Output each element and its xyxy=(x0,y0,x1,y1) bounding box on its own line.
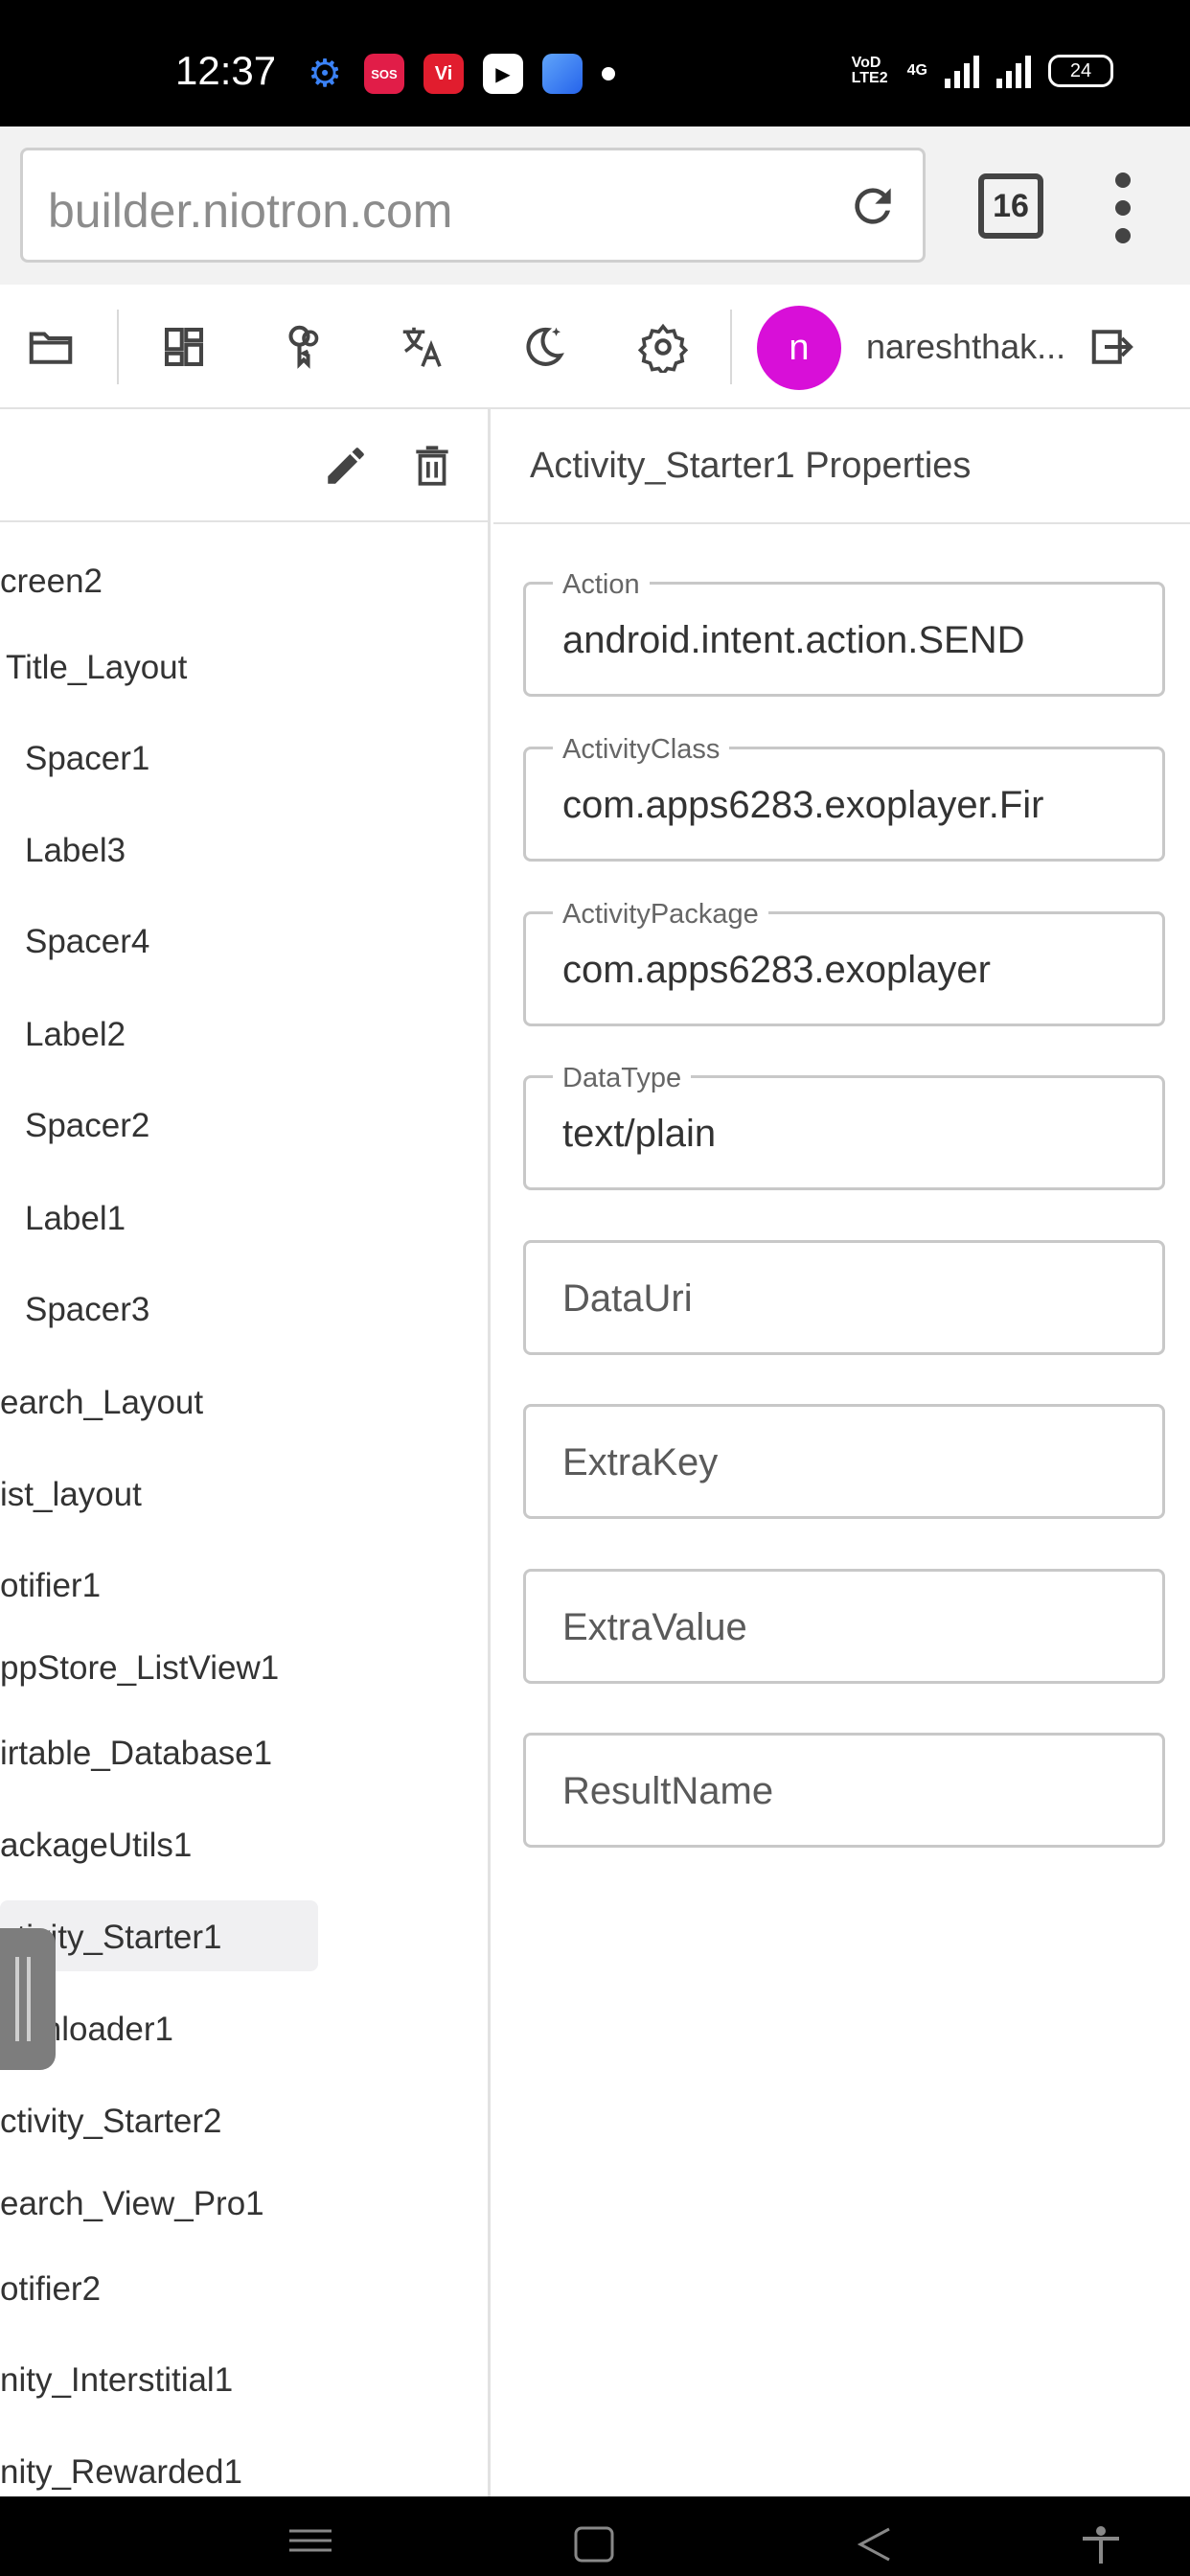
properties-panel: Activity_Starter1 Properties Action andr… xyxy=(493,409,1190,2496)
avatar[interactable]: n xyxy=(757,306,841,390)
field-placeholder: ResultName xyxy=(562,1770,774,1812)
field-value: android.intent.action.SEND xyxy=(562,619,1025,661)
status-time: 12:37 xyxy=(175,48,277,93)
logout-icon[interactable] xyxy=(1087,321,1139,373)
more-options-icon[interactable] xyxy=(1113,172,1133,243)
tree-item[interactable]: earch_View_Pro1 xyxy=(0,2185,264,2223)
tree-item[interactable]: nity_Rewarded1 xyxy=(0,2453,242,2492)
field-placeholder: ExtraKey xyxy=(562,1441,719,1484)
data-uri-field[interactable]: DataUri xyxy=(523,1240,1165,1355)
recent-apps-icon[interactable] xyxy=(287,2525,333,2554)
result-name-field[interactable]: ResultName xyxy=(523,1733,1165,1848)
sos-icon: SOS xyxy=(364,54,404,94)
dark-mode-icon[interactable] xyxy=(517,321,569,373)
tree-item[interactable]: Spacer2 xyxy=(25,1107,149,1145)
field-placeholder: ExtraValue xyxy=(562,1606,747,1648)
translate-icon[interactable] xyxy=(397,321,448,373)
browser-toolbar: builder.niotron.com 16 xyxy=(0,126,1190,285)
status-bar: 12:37 ⚙ SOS Vi ▶ VoD LTE2 4G 24 xyxy=(0,0,1190,126)
dashboard-icon[interactable] xyxy=(158,321,210,373)
youtube-icon: ▶ xyxy=(483,54,523,94)
tree-item[interactable]: Spacer4 xyxy=(25,923,149,961)
signal-icon xyxy=(996,54,1031,88)
tree-item[interactable]: Label1 xyxy=(25,1200,126,1238)
field-value: text/plain xyxy=(562,1113,717,1155)
username[interactable]: nareshthak... xyxy=(866,327,1065,367)
activity-package-field[interactable]: ActivityPackage com.apps6283.exoplayer xyxy=(523,899,1165,1026)
tree-item[interactable]: Title_Layout xyxy=(6,649,187,687)
properties-divider xyxy=(493,522,1190,524)
tree-item[interactable]: Spacer3 xyxy=(25,1291,149,1329)
tabs-button[interactable]: 16 xyxy=(978,173,1043,239)
url-text: builder.niotron.com xyxy=(48,184,453,238)
app-icon xyxy=(542,54,583,94)
vi-icon: Vi xyxy=(423,54,464,94)
dot-icon xyxy=(602,67,615,80)
settings-icon: ⚙ xyxy=(308,53,342,95)
battery-icon: 24 xyxy=(1048,55,1113,87)
toolbar-divider xyxy=(730,310,732,384)
reload-icon[interactable] xyxy=(846,179,900,233)
tree-item[interactable]: ppStore_ListView1 xyxy=(0,1649,279,1688)
settings-icon[interactable] xyxy=(637,321,689,373)
tree-item[interactable]: creen2 xyxy=(0,563,103,601)
panel-drag-handle[interactable] xyxy=(0,1928,56,2070)
action-field[interactable]: Action android.intent.action.SEND xyxy=(523,569,1165,697)
back-icon[interactable] xyxy=(855,2525,893,2564)
tree-item[interactable]: irtable_Database1 xyxy=(0,1735,272,1773)
keys-icon[interactable] xyxy=(278,321,330,373)
edit-icon[interactable] xyxy=(322,442,370,490)
notification-icons: ⚙ SOS Vi ▶ xyxy=(305,53,615,95)
network-label-1: VoD LTE2 xyxy=(851,55,888,86)
system-nav-bar xyxy=(0,2496,1190,2576)
properties-title: Activity_Starter1 Properties xyxy=(530,446,972,486)
field-label: ActivityClass xyxy=(553,734,730,766)
tree-item[interactable]: Spacer1 xyxy=(25,740,149,778)
field-label: Action xyxy=(553,569,650,601)
tree-item[interactable]: otifier2 xyxy=(0,2270,101,2309)
home-icon[interactable] xyxy=(573,2525,615,2564)
field-label: DataType xyxy=(553,1063,692,1094)
tree-item[interactable]: otifier1 xyxy=(0,1567,101,1605)
field-value: com.apps6283.exoplayer xyxy=(562,949,991,991)
tree-item[interactable]: ist_layout xyxy=(0,1476,142,1514)
extra-key-field[interactable]: ExtraKey xyxy=(523,1404,1165,1519)
delete-icon[interactable] xyxy=(408,442,456,490)
accessibility-icon[interactable] xyxy=(1077,2525,1125,2564)
folder-icon[interactable] xyxy=(25,321,77,373)
extra-value-field[interactable]: ExtraValue xyxy=(523,1569,1165,1684)
components-header xyxy=(0,409,488,522)
activity-class-field[interactable]: ActivityClass com.apps6283.exoplayer.Fir xyxy=(523,734,1165,862)
data-type-field[interactable]: DataType text/plain xyxy=(523,1063,1165,1190)
system-icons: VoD LTE2 4G 24 xyxy=(852,54,1113,88)
tree-item[interactable]: ackageUtils1 xyxy=(0,1827,192,1865)
tree-item[interactable]: nity_Interstitial1 xyxy=(0,2361,233,2400)
field-value: com.apps6283.exoplayer.Fir xyxy=(562,784,1044,826)
tree-item[interactable]: Label3 xyxy=(25,832,126,870)
field-label: ActivityPackage xyxy=(553,899,768,931)
app-toolbar: n nareshthak... xyxy=(0,285,1190,409)
tree-item[interactable]: ctivity_Starter2 xyxy=(0,2103,221,2141)
tree-item[interactable]: earch_Layout xyxy=(0,1384,203,1422)
signal-icon xyxy=(945,54,979,88)
components-panel: creen2 Title_Layout Spacer1 Label3 Space… xyxy=(0,409,491,2496)
field-placeholder: DataUri xyxy=(562,1277,693,1320)
network-label-2: 4G xyxy=(906,62,927,79)
toolbar-divider xyxy=(117,310,119,384)
tree-item[interactable]: Label2 xyxy=(25,1016,126,1054)
address-bar[interactable]: builder.niotron.com xyxy=(20,148,926,263)
